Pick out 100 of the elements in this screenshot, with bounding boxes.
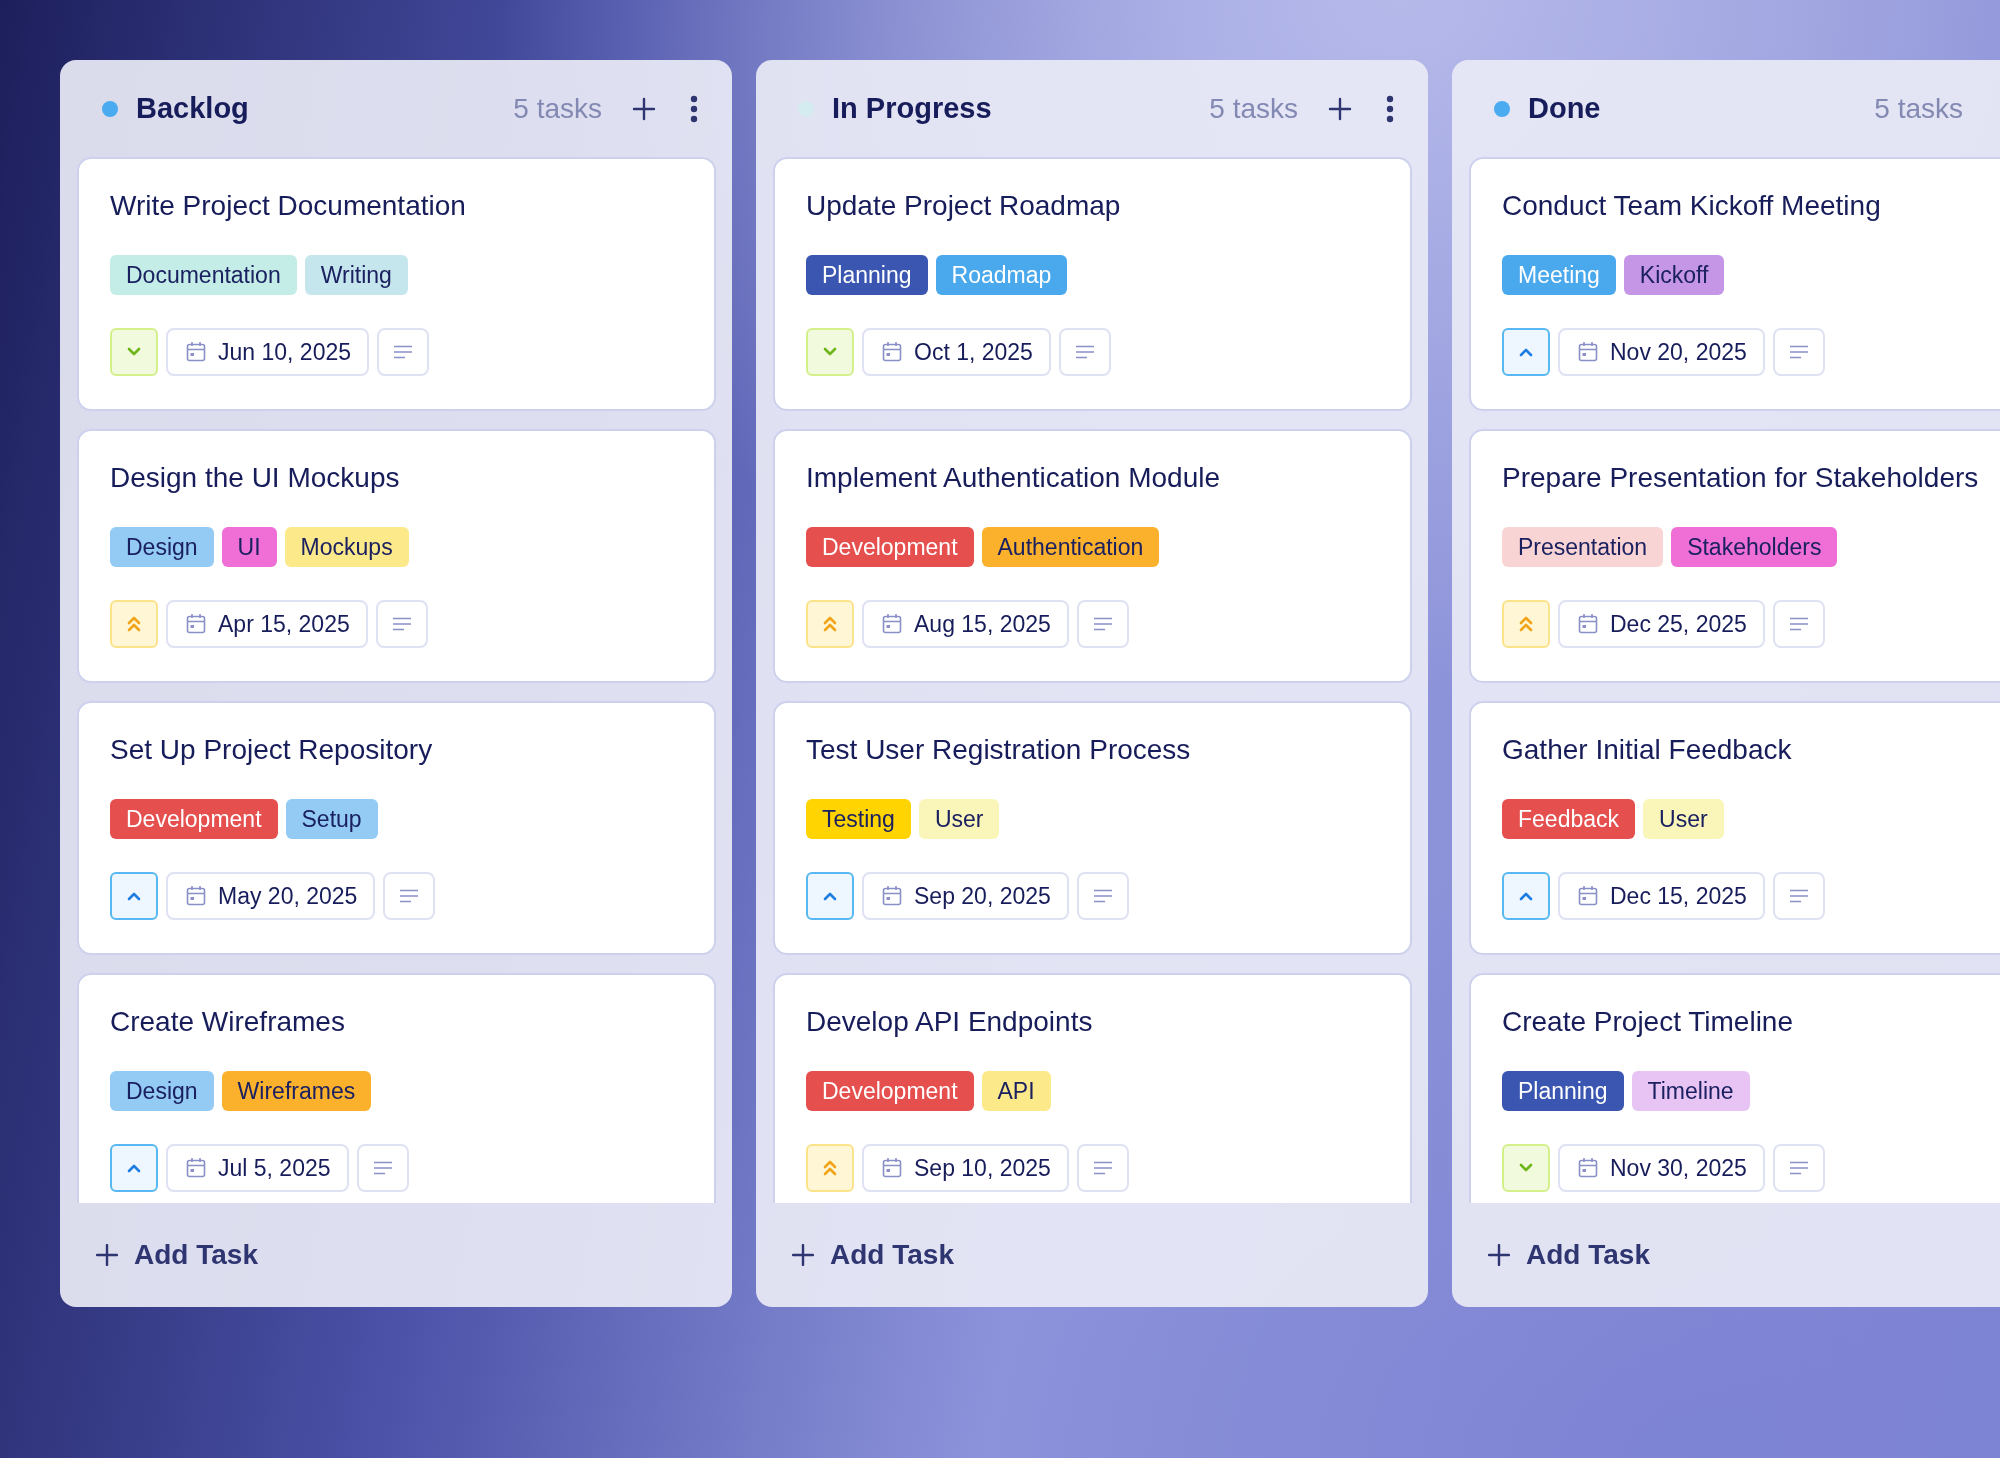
calendar-icon [186, 885, 206, 907]
notes-button[interactable] [1076, 600, 1129, 648]
plus-icon [96, 1244, 118, 1266]
tag: Feedback [1502, 799, 1635, 839]
column-title: Backlog [136, 92, 249, 125]
calendar-icon [1578, 341, 1598, 363]
text-lines-icon [1092, 1161, 1113, 1175]
text-lines-icon [1788, 345, 1809, 359]
calendar-icon [186, 613, 206, 635]
due-date-button[interactable]: Dec 25, 2025 [1558, 600, 1765, 648]
task-count: 5 tasks [1874, 92, 1963, 125]
text-lines-icon [1092, 617, 1113, 631]
task-card[interactable]: Develop API Endpoints Development API Sep 10, 2025 [773, 973, 1412, 1203]
tag: User [1643, 799, 1724, 839]
calendar-icon [1578, 613, 1598, 635]
notes-button[interactable] [1076, 1144, 1129, 1192]
task-card[interactable]: Set Up Project Repository Development Setup May 20, 2025 [77, 701, 716, 955]
tag: Development [806, 1071, 974, 1111]
due-date-button[interactable]: Oct 1, 2025 [862, 328, 1051, 376]
tag: Planning [1502, 1071, 1624, 1111]
calendar-icon [882, 1157, 902, 1179]
notes-button[interactable] [356, 1144, 409, 1192]
tag: Mockups [284, 527, 409, 567]
task-card[interactable]: Create Wireframes Design Wireframes Jul 5, 2025 [77, 973, 716, 1203]
tag: Development [110, 799, 278, 839]
task-title: Test User Registration Process [806, 733, 1192, 767]
task-title: Create Project Timeline [1502, 1005, 1794, 1039]
kebab-menu-icon [1386, 94, 1394, 123]
due-date-button[interactable]: May 20, 2025 [166, 872, 376, 920]
due-date-button[interactable]: Apr 15, 2025 [166, 600, 368, 648]
task-card[interactable]: Test User Registration Process Testing User Sep 20, 2025 [773, 701, 1412, 955]
due-date-button[interactable]: Jun 10, 2025 [166, 328, 369, 376]
due-date-button[interactable]: Aug 15, 2025 [862, 600, 1069, 648]
tag: Testing [806, 799, 911, 839]
column-title: Done [1528, 92, 1601, 125]
due-date-button[interactable]: Jul 5, 2025 [166, 1144, 349, 1192]
plus-icon [1328, 96, 1352, 121]
tag: Planning [806, 255, 928, 295]
notes-button[interactable] [1772, 600, 1825, 648]
text-lines-icon [391, 617, 412, 631]
text-lines-icon [1788, 617, 1809, 631]
due-date-button[interactable]: Sep 10, 2025 [862, 1144, 1069, 1192]
plus-icon [792, 1244, 814, 1266]
notes-button[interactable] [377, 328, 429, 376]
task-title: Gather Initial Feedback [1502, 733, 1793, 767]
due-date-button[interactable]: Nov 30, 2025 [1558, 1144, 1765, 1192]
task-card[interactable]: Conduct Team Kickoff Meeting Meeting Kickoff Nov 20, 2025 [1469, 157, 2000, 411]
text-lines-icon [393, 345, 413, 359]
priority-button[interactable] [1502, 328, 1550, 376]
due-date-button[interactable]: Sep 20, 2025 [862, 872, 1069, 920]
column-title: In Progress [832, 92, 992, 125]
tag: Development [806, 527, 974, 567]
task-card[interactable]: Gather Initial Feedback Feedback User Dec 15, 2025 [1469, 701, 2000, 955]
text-lines-icon [1788, 889, 1809, 903]
add-task-button[interactable]: Add Task [1452, 1203, 2000, 1307]
tag: Design [110, 527, 214, 567]
notes-button[interactable] [1772, 872, 1825, 920]
notes-button[interactable] [375, 600, 428, 648]
due-date-button[interactable]: Nov 20, 2025 [1558, 328, 1765, 376]
add-task-button[interactable]: Add Task [756, 1203, 1428, 1307]
notes-button[interactable] [1772, 1144, 1825, 1192]
priority-button[interactable] [1502, 872, 1550, 920]
task-count: 5 tasks [1209, 92, 1298, 125]
notes-button[interactable] [1058, 328, 1111, 376]
task-title: Update Project Roadmap [806, 189, 1122, 223]
tag: Roadmap [935, 255, 1068, 295]
notes-button[interactable] [383, 872, 436, 920]
notes-button[interactable] [1076, 872, 1129, 920]
notes-button[interactable] [1772, 328, 1825, 376]
task-card[interactable]: Create Project Timeline Planning Timeline Nov 30, 2025 [1469, 973, 2000, 1203]
task-count: 5 tasks [513, 92, 602, 125]
task-card[interactable]: Implement Authentication Module Development Authentication Aug 15, 2025 [773, 429, 1412, 683]
calendar-icon [186, 1157, 206, 1179]
task-title: Prepare Presentation for Stakeholders [1502, 461, 1980, 495]
task-card[interactable]: Design the UI Mockups Design UI Mockups Apr 15, 2025 [77, 429, 716, 683]
calendar-icon [1578, 885, 1598, 907]
priority-button[interactable] [806, 872, 854, 920]
task-title: Develop API Endpoints [806, 1005, 1094, 1039]
priority-button[interactable] [110, 1144, 158, 1192]
kebab-menu-icon [690, 94, 698, 123]
text-lines-icon [399, 889, 420, 903]
tag: Stakeholders [1671, 527, 1838, 567]
task-card[interactable]: Update Project Roadmap Planning Roadmap Oct 1, 2025 [773, 157, 1412, 411]
due-date-button[interactable]: Dec 15, 2025 [1558, 872, 1765, 920]
task-card[interactable]: Write Project Documentation Documentation Writing Jun 10, 2025 [77, 157, 716, 411]
priority-button[interactable] [110, 872, 158, 920]
tag: Setup [285, 799, 378, 839]
add-task-button[interactable]: Add Task [60, 1203, 732, 1307]
task-title: Set Up Project Repository [110, 733, 434, 767]
tag: API [981, 1071, 1051, 1111]
plus-icon [1488, 1244, 1510, 1266]
tag: User [918, 799, 1000, 839]
calendar-icon [1578, 1157, 1598, 1179]
text-lines-icon [1788, 1161, 1809, 1175]
tag: Writing [304, 255, 408, 295]
task-title: Write Project Documentation [110, 189, 467, 223]
text-lines-icon [1092, 889, 1113, 903]
tag: Wireframes [221, 1071, 372, 1111]
calendar-icon [882, 341, 902, 363]
task-card[interactable]: Prepare Presentation for Stakeholders Presentation Stakeholders Dec 25, 2025 [1469, 429, 2000, 683]
